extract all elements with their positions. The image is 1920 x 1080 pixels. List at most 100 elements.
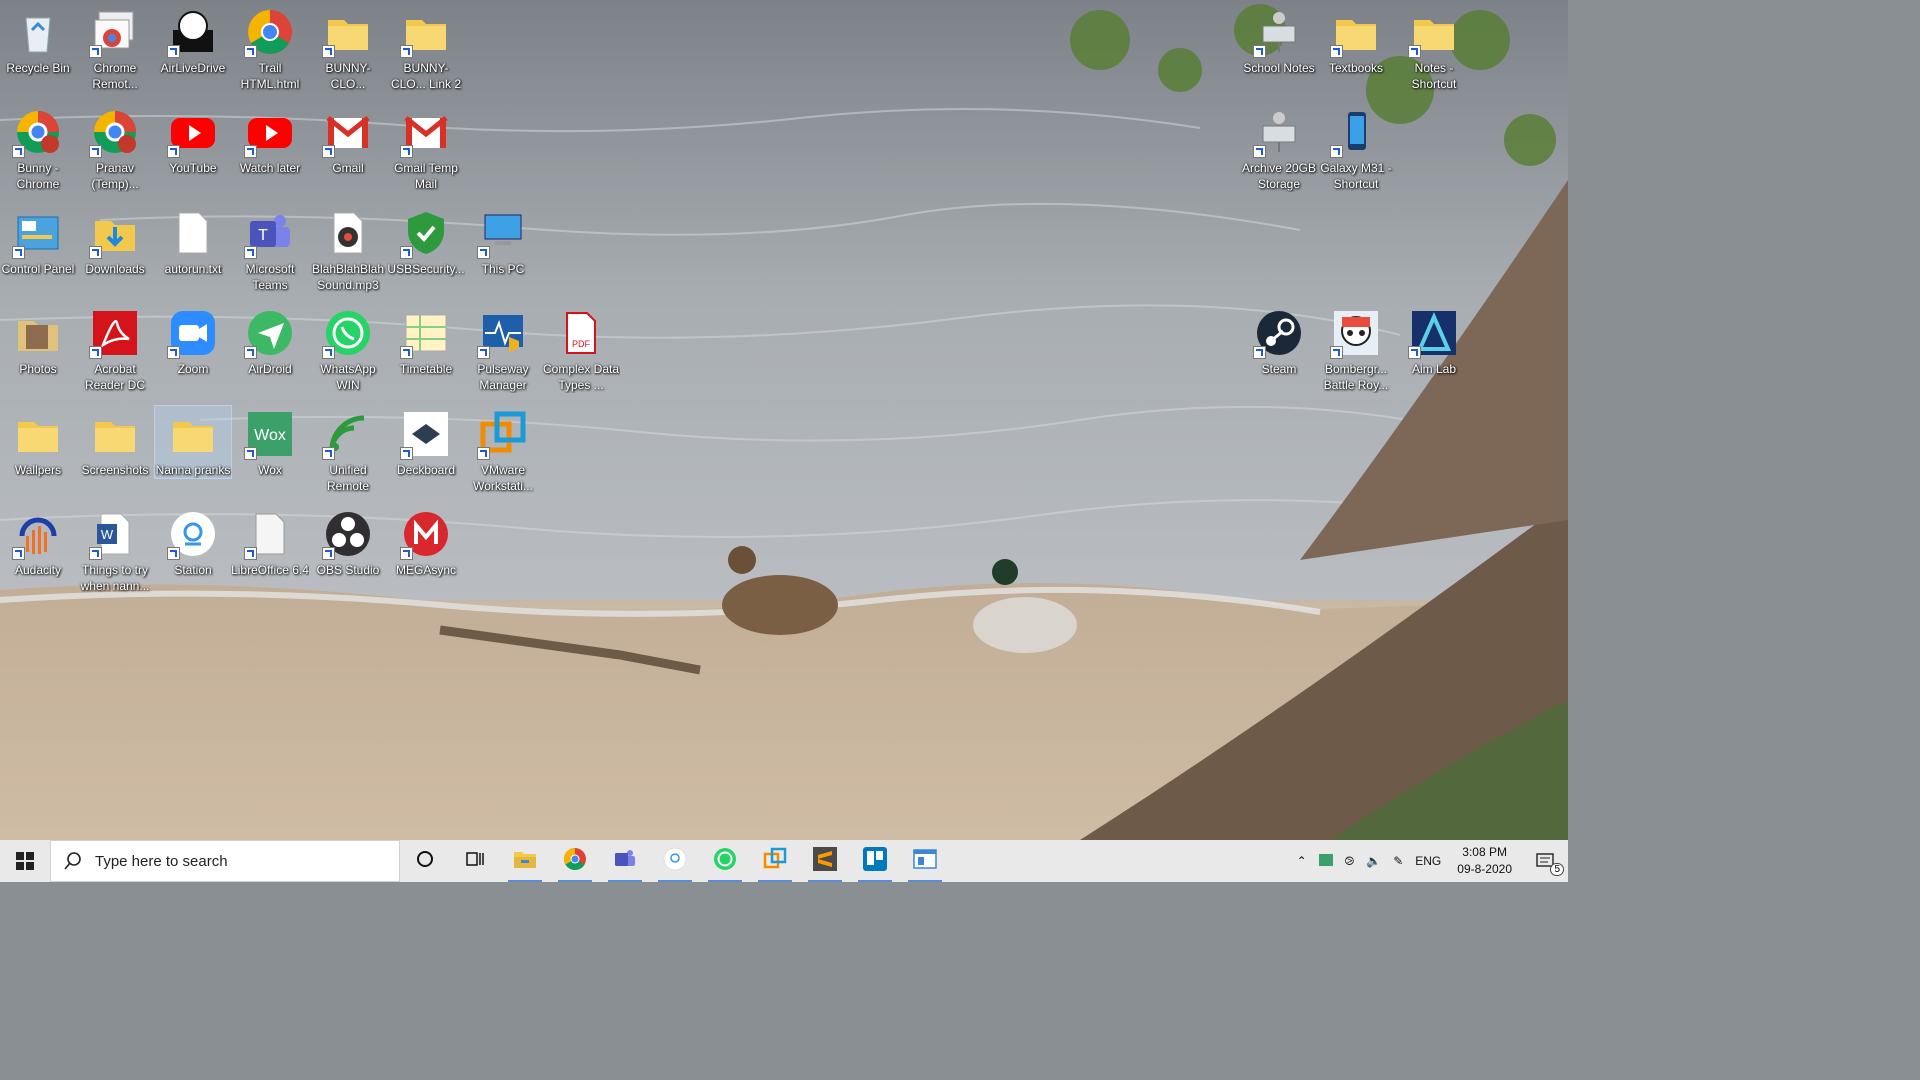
desktop-icon[interactable]: Steam	[1241, 305, 1317, 377]
show-hidden-icons-button[interactable]: ⌃	[1291, 854, 1313, 868]
action-center-button[interactable]: 5	[1522, 840, 1568, 882]
system-tray: ⌃ ⧁ 🔈 ✎ ENG 3:08 PM 09-8-2020 5	[1291, 840, 1568, 882]
desktop-icon[interactable]: T Microsoft Teams	[232, 205, 308, 293]
desktop-icon[interactable]: Unified Remote	[310, 406, 386, 494]
desktop-icon[interactable]: Textbooks	[1318, 4, 1394, 76]
desktop-icon[interactable]: Downloads	[77, 205, 153, 277]
desktop-icon[interactable]: Galaxy M31 - Shortcut	[1318, 104, 1394, 192]
desktop-icon[interactable]: Notes - Shortcut	[1396, 4, 1472, 92]
desktop-icon[interactable]: autorun.txt	[155, 205, 231, 277]
desktop-icon[interactable]: W Things to try when nann...	[77, 506, 153, 594]
taskbar-vmware-button[interactable]	[750, 840, 800, 882]
desktop-icon[interactable]: Audacity	[0, 506, 76, 578]
start-button[interactable]	[0, 840, 50, 882]
aimlab-icon	[1408, 309, 1458, 359]
desktop-icon[interactable]: AirDroid	[232, 305, 308, 377]
desktop-icon[interactable]: Zoom	[155, 305, 231, 377]
desktop-icon[interactable]: WhatsApp WIN	[310, 305, 386, 393]
taskbar-cortana-button[interactable]	[400, 840, 450, 882]
desktop-icon[interactable]: School Notes	[1241, 4, 1317, 76]
desktop-icon[interactable]: OBS Studio	[310, 506, 386, 578]
taskbar-file-explorer-button[interactable]	[500, 840, 550, 882]
pen-icon[interactable]: ✎	[1387, 854, 1409, 868]
pdf-icon: PDF	[557, 309, 605, 357]
desktop-icon[interactable]: Control Panel	[0, 205, 76, 277]
desktop-icon[interactable]: YouTube	[155, 104, 231, 176]
clock[interactable]: 3:08 PM 09-8-2020	[1447, 844, 1522, 878]
audio-file-icon	[324, 209, 372, 257]
task-view-icon	[465, 849, 485, 874]
desktop-icon[interactable]: PDF Complex Data Types ...	[543, 305, 619, 393]
desktop-icon-label: Downloads	[85, 262, 145, 276]
taskbar-whatsapp-button[interactable]	[700, 840, 750, 882]
acrobat-icon	[89, 309, 139, 359]
desktop-icon[interactable]: AirLiveDrive	[155, 4, 231, 76]
desktop-icon-label: BUNNY-CLO...	[325, 61, 371, 91]
gmail-icon	[400, 108, 450, 158]
search-placeholder: Type here to search	[95, 852, 228, 870]
desktop-icon[interactable]: BUNNY-CLO...	[310, 4, 386, 92]
network-drive-icon	[1253, 8, 1303, 58]
desktop-icon[interactable]: Trail HTML.html	[232, 4, 308, 92]
trello-icon	[863, 846, 887, 876]
taskbar-sublime-text-button[interactable]	[800, 840, 850, 882]
window-app-icon	[913, 848, 937, 875]
desktop-icon-label: Chrome Remot...	[92, 61, 138, 91]
language-indicator[interactable]: ENG	[1409, 854, 1447, 868]
desktop-icon[interactable]: Nanna pranks	[154, 405, 232, 479]
taskbar-window-app-button[interactable]	[900, 840, 950, 882]
wox-tray-icon[interactable]	[1313, 853, 1339, 869]
taskbar-search-box[interactable]: Type here to search	[50, 840, 400, 882]
desktop-icon[interactable]: BlahBlahBlah Sound.mp3	[310, 205, 386, 293]
desktop-icon[interactable]: Archive 20GB Storage	[1241, 104, 1317, 192]
desktop-icon[interactable]: MEGAsync	[388, 506, 464, 578]
folder-icon	[400, 8, 450, 58]
taskbar-teams-button[interactable]	[600, 840, 650, 882]
folder-icon	[91, 410, 139, 458]
desktop-icon[interactable]: Pranav (Temp)...	[77, 104, 153, 192]
network-icon[interactable]: ⧁	[1339, 854, 1361, 869]
taskbar-station-button[interactable]	[650, 840, 700, 882]
desktop-icon[interactable]: Bunny - Chrome	[0, 104, 76, 192]
desktop-icon[interactable]: VMware Workstati...	[465, 406, 541, 494]
desktop-icon[interactable]: Deckboard	[388, 406, 464, 478]
shortcut-arrow-icon	[167, 45, 180, 58]
desktop-icon[interactable]: Gmail	[310, 104, 386, 176]
desktop-icon-label: Station	[174, 563, 212, 577]
desktop-icon[interactable]: USBSecurity...	[387, 205, 465, 277]
taskbar-task-view-button[interactable]	[450, 840, 500, 882]
zoom-icon	[167, 309, 217, 359]
shortcut-arrow-icon	[1253, 145, 1266, 158]
desktop-icon[interactable]: Station	[155, 506, 231, 578]
desktop-icon[interactable]: Acrobat Reader DC	[77, 305, 153, 393]
desktop-icon[interactable]: Aim Lab	[1396, 305, 1472, 377]
shortcut-arrow-icon	[89, 346, 102, 359]
desktop-icon[interactable]: Recycle Bin	[0, 4, 76, 76]
desktop-icon-label: Screenshots	[81, 463, 149, 477]
taskbar-trello-button[interactable]	[850, 840, 900, 882]
desktop-icon[interactable]: Screenshots	[77, 406, 153, 478]
desktop-icon[interactable]: Bombergr... Battle Roy...	[1318, 305, 1394, 393]
desktop-icon[interactable]: This PC	[465, 205, 541, 277]
wox-icon: Wox	[244, 410, 294, 460]
chrome-profile-icon	[12, 108, 62, 158]
desktop-icon[interactable]: Gmail Temp Mail	[388, 104, 464, 192]
desktop-icon[interactable]: Wallpers	[0, 406, 76, 478]
taskbar-chrome-button[interactable]	[550, 840, 600, 882]
desktop-icon[interactable]: Wox Wox	[232, 406, 308, 478]
desktop-icon-label: OBS Studio	[316, 563, 380, 577]
desktop-icon[interactable]: Timetable	[388, 305, 464, 377]
volume-icon[interactable]: 🔈	[1360, 854, 1387, 868]
desktop-icon-label: Textbooks	[1328, 61, 1384, 75]
desktop-icon[interactable]: Pulseway Manager	[465, 305, 541, 393]
shortcut-arrow-icon	[12, 145, 25, 158]
shortcut-arrow-icon	[244, 547, 257, 560]
desktop-icon[interactable]: Watch later	[232, 104, 308, 176]
shortcut-arrow-icon	[244, 246, 257, 259]
desktop-icon[interactable]: Chrome Remot...	[77, 4, 153, 92]
desktop-icon[interactable]: BUNNY-CLO... Link 2	[388, 4, 464, 92]
desktop-icon-label: Recycle Bin	[6, 61, 70, 75]
desktop-icon[interactable]: LibreOffice 6.4	[231, 506, 309, 578]
this-pc-icon	[477, 209, 527, 259]
desktop-icon[interactable]: Photos	[0, 305, 76, 377]
